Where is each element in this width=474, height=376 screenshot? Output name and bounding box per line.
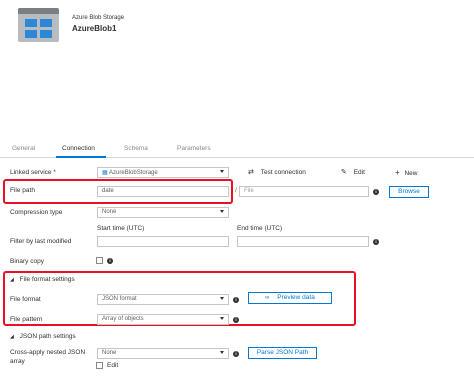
file-format-select[interactable]: JSON format [97, 294, 229, 305]
edit-checkbox[interactable] [96, 362, 103, 369]
tab-general[interactable]: General [12, 145, 35, 152]
binary-copy-checkbox[interactable] [96, 257, 103, 264]
dataset-name: AzureBlob1 [72, 24, 117, 33]
blob-storage-icon [18, 8, 59, 42]
edit-button[interactable]: ✎ Edit [341, 168, 365, 176]
linked-service-label: Linked service * [10, 169, 56, 176]
chevron-down-icon [220, 210, 224, 213]
end-time-label: End time (UTC) [237, 225, 283, 232]
browse-button[interactable]: Browse [389, 186, 429, 198]
plus-icon: + [395, 168, 400, 177]
test-connection-button[interactable]: ⇄ Test connection [248, 168, 306, 176]
dataset-type: Azure Blob Storage [72, 15, 125, 21]
chevron-down-icon [220, 351, 224, 354]
tab-bar: General Connection Schema Parameters [0, 143, 474, 158]
linked-service-select[interactable]: ▦ AzureBlobStorage [97, 167, 229, 178]
tab-connection[interactable]: Connection [62, 145, 95, 152]
json-path-settings-header[interactable]: ◢ JSON path settings [10, 333, 76, 340]
pencil-icon: ✎ [341, 169, 347, 176]
active-tab-indicator [56, 156, 106, 158]
chevron-down-icon [220, 170, 224, 173]
parse-json-path-button[interactable]: Parse JSON Path [248, 347, 317, 359]
eyeglasses-icon: ∞ [265, 295, 270, 301]
cross-apply-select[interactable]: None [97, 348, 229, 359]
edit-checkbox-label: Edit [107, 362, 119, 369]
filter-last-modified-label: Filter by last modified [10, 238, 72, 245]
info-icon: i [107, 258, 113, 264]
end-time-input[interactable] [237, 236, 369, 247]
file-path-container-input[interactable]: date [97, 186, 229, 197]
chevron-down-icon [220, 297, 224, 300]
file-format-label: File format [10, 296, 41, 303]
collapse-triangle-icon: ◢ [10, 277, 14, 283]
file-format-settings-header[interactable]: ◢ File format settings [10, 276, 75, 283]
start-time-input[interactable] [97, 236, 229, 247]
file-pattern-select[interactable]: Array of objects [97, 314, 229, 325]
binary-copy-label: Binary copy [10, 258, 44, 265]
cross-apply-label-line1: Cross-apply nested JSON [10, 349, 86, 356]
info-icon: i [233, 351, 239, 357]
tab-parameters[interactable]: Parameters [177, 145, 211, 152]
file-path-label: File path [10, 187, 35, 194]
preview-data-button[interactable]: ∞ Preview data [248, 292, 332, 304]
plug-icon: ⇄ [248, 169, 254, 176]
collapse-triangle-icon: ◢ [10, 334, 14, 340]
storage-icon: ▦ [102, 170, 108, 176]
info-icon: i [233, 317, 239, 323]
new-button[interactable]: + New [395, 168, 418, 177]
cross-apply-label-line2: array [10, 358, 25, 365]
path-separator: / [235, 187, 237, 194]
tab-schema[interactable]: Schema [124, 145, 148, 152]
start-time-label: Start time (UTC) [97, 225, 145, 232]
chevron-down-icon [220, 317, 224, 320]
info-icon: i [233, 297, 239, 303]
file-pattern-label: File pattern [10, 316, 43, 323]
info-icon: i [373, 189, 379, 195]
file-path-file-input[interactable]: File [239, 186, 369, 197]
compression-type-label: Compression type [10, 209, 63, 216]
compression-type-select[interactable]: None [97, 207, 229, 218]
info-icon: i [373, 239, 379, 245]
